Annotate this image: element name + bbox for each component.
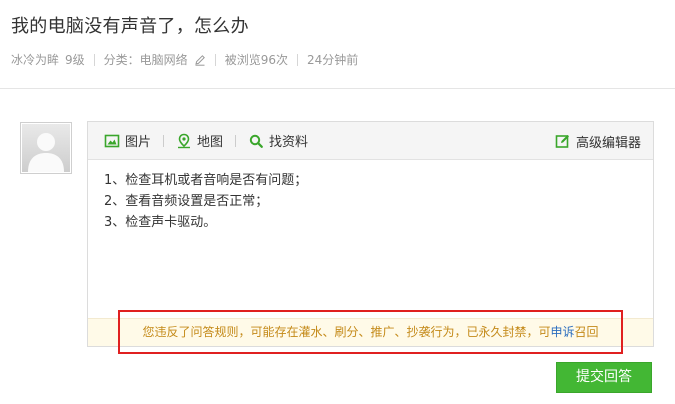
view-count: 被浏览96次 bbox=[224, 53, 288, 67]
section-divider bbox=[0, 88, 675, 89]
map-label: 地图 bbox=[197, 135, 224, 150]
find-resource-button[interactable]: 找资料 bbox=[248, 131, 308, 150]
meta-divider bbox=[296, 53, 298, 66]
avatar[interactable] bbox=[20, 122, 72, 174]
meta-divider bbox=[214, 53, 216, 66]
editor-toolbar: 图片 地图 找资料 高级编辑器 bbox=[88, 122, 653, 160]
image-icon bbox=[104, 133, 120, 149]
toolbar-divider bbox=[235, 134, 237, 147]
search-icon bbox=[248, 133, 264, 149]
answer-line: 3、检查声卡驱动。 bbox=[104, 215, 217, 230]
answer-editor: 图片 地图 找资料 高级编辑器 1、检查耳机或者音响是否有问题； 2、查看音频设… bbox=[87, 121, 654, 347]
toolbar-divider bbox=[163, 134, 165, 147]
category-label: 分类： bbox=[103, 53, 140, 67]
category-link[interactable]: 电脑网络 bbox=[140, 51, 188, 68]
search-label: 找资料 bbox=[269, 135, 309, 150]
question-meta: 冰冷为眸 9级 分类： 电脑网络 被浏览96次 24分钟前 bbox=[11, 51, 358, 68]
answer-text-area[interactable]: 1、检查耳机或者音响是否有问题； 2、查看音频设置是否正常； 3、检查声卡驱动。 bbox=[88, 160, 653, 233]
submit-answer-button[interactable]: 提交回答 bbox=[556, 362, 652, 393]
ban-notice-text: 您违反了问答规则，可能存在灌水、刷分、推广、抄袭行为，已永久封禁，可 bbox=[142, 325, 551, 339]
edit-pencil-icon[interactable] bbox=[194, 54, 206, 66]
answer-line: 1、检查耳机或者音响是否有问题； bbox=[104, 173, 308, 188]
post-time: 24分钟前 bbox=[306, 53, 359, 67]
advanced-editor-button[interactable]: 高级编辑器 bbox=[555, 122, 641, 160]
edit-icon bbox=[555, 133, 571, 149]
appeal-link[interactable]: 申诉 bbox=[550, 325, 574, 339]
insert-map-button[interactable]: 地图 bbox=[176, 131, 223, 150]
insert-image-button[interactable]: 图片 bbox=[104, 131, 151, 150]
ban-notice-suffix: 召回 bbox=[574, 325, 599, 339]
image-label: 图片 bbox=[125, 135, 152, 150]
question-title: 我的电脑没有声音了，怎么办 bbox=[11, 16, 249, 37]
answer-line: 2、查看音频设置是否正常； bbox=[104, 194, 269, 209]
author-level: 9级 bbox=[65, 53, 85, 67]
map-pin-icon bbox=[176, 133, 192, 149]
advanced-editor-label: 高级编辑器 bbox=[575, 135, 641, 151]
ban-notice: 您违反了问答规则，可能存在灌水、刷分、推广、抄袭行为，已永久封禁，可申诉召回 bbox=[88, 318, 653, 346]
default-avatar-icon bbox=[22, 124, 70, 172]
author-link[interactable]: 冰冷为眸 bbox=[11, 51, 59, 68]
meta-divider bbox=[93, 53, 95, 66]
